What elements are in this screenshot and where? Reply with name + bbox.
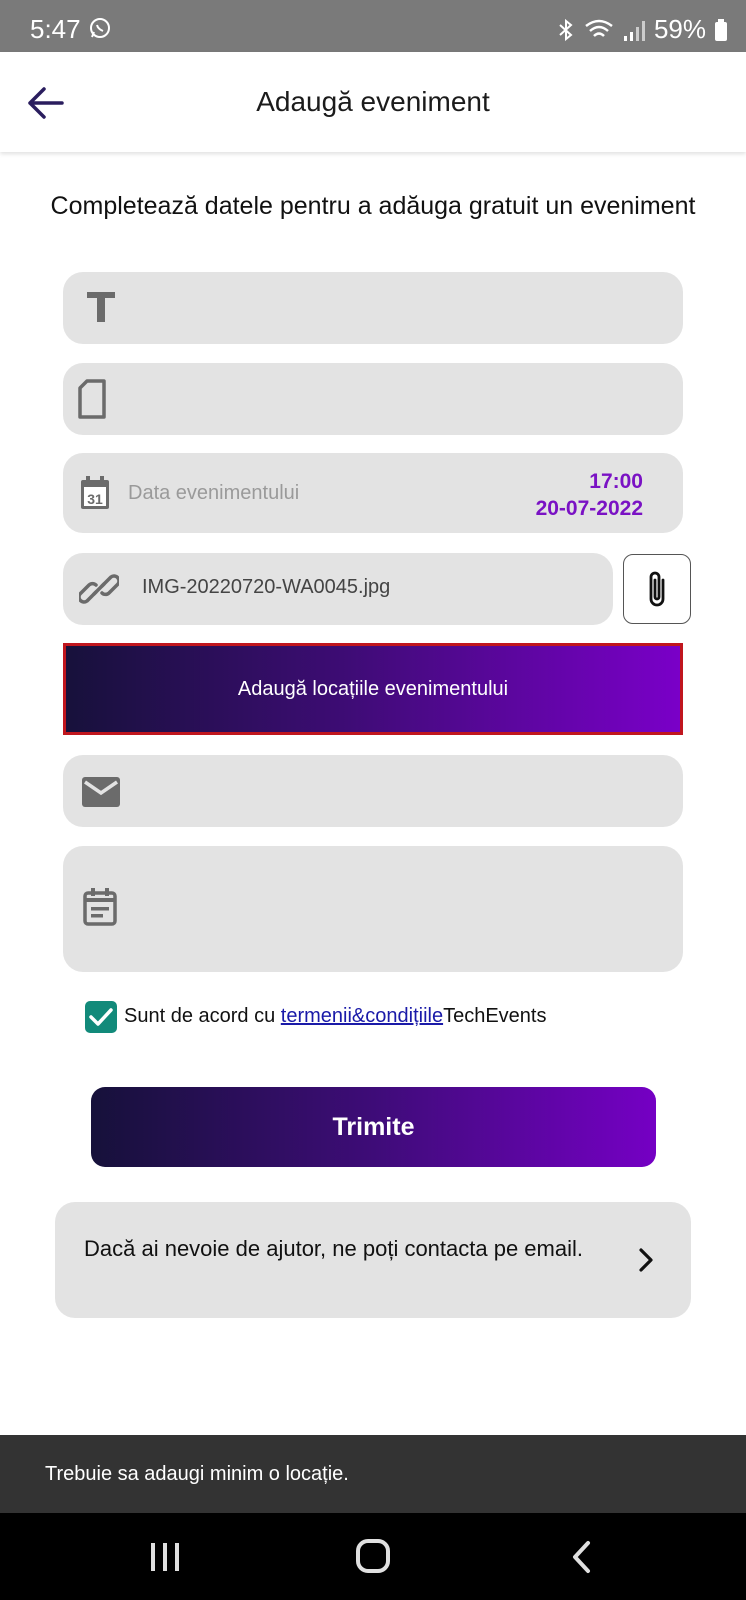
snackbar-message: Trebuie sa adaugi minim o locație.: [45, 1463, 349, 1485]
text-format-icon: [87, 292, 115, 322]
submit-label: Trimite: [332, 1112, 415, 1141]
page-title: Adaugă eveniment: [256, 86, 490, 117]
recent-apps-icon[interactable]: [148, 1541, 182, 1573]
submit-button[interactable]: Trimite: [91, 1087, 656, 1167]
signal-icon: [623, 20, 645, 41]
date-placeholder: Data evenimentului: [128, 482, 300, 504]
calendar-31-icon: 31: [81, 476, 109, 509]
event-description-field[interactable]: [63, 363, 683, 435]
back-nav-icon[interactable]: [570, 1540, 594, 1574]
form-subtitle: Completează datele pentru a adăuga gratu…: [50, 192, 696, 220]
status-bar: 5:47 59%: [0, 0, 746, 52]
terms-checkbox[interactable]: [85, 1001, 117, 1033]
battery-icon: [715, 18, 727, 41]
svg-text:31: 31: [87, 491, 103, 507]
checkmark-icon: [89, 1008, 113, 1026]
status-time: 5:47: [30, 14, 81, 44]
system-nav-bar: [0, 1513, 746, 1600]
terms-text: Sunt de acord cu termenii&condițiileTech…: [124, 1005, 546, 1028]
app-header: Adaugă eveniment: [0, 52, 746, 152]
help-text: Dacă ai nevoie de ajutor, ne poți contac…: [84, 1236, 583, 1261]
document-icon: [78, 379, 106, 419]
event-time-value: 17:00: [589, 470, 643, 493]
terms-suffix: TechEvents: [443, 1005, 547, 1027]
add-locations-label: Adaugă locațiile evenimentului: [237, 677, 509, 700]
terms-link[interactable]: termenii&condițiile: [281, 1005, 443, 1027]
home-icon[interactable]: [355, 1538, 391, 1574]
event-note-icon: [83, 888, 117, 926]
email-field[interactable]: [63, 755, 683, 827]
mail-icon: [82, 777, 120, 807]
add-locations-button[interactable]: Adaugă locațiile evenimentului: [63, 643, 683, 735]
snackbar: Trebuie sa adaugi minim o locație.: [0, 1435, 746, 1513]
attach-file-button[interactable]: [623, 554, 691, 624]
link-icon: [79, 574, 119, 604]
chevron-right-icon: [639, 1248, 653, 1272]
attachment-file-name: IMG-20220720-WA0045.jpg: [142, 576, 391, 598]
status-icons: 59%: [556, 14, 728, 45]
event-date-value: 20-07-2022: [535, 497, 643, 520]
terms-prefix: Sunt de acord cu: [124, 1005, 281, 1027]
event-details-field[interactable]: [63, 846, 683, 972]
help-card[interactable]: Dacă ai nevoie de ajutor, ne poți contac…: [55, 1202, 691, 1318]
bluetooth-icon: [559, 18, 573, 41]
event-title-field[interactable]: [63, 272, 683, 344]
whatsapp-icon: [90, 18, 110, 38]
battery-percent: 59%: [653, 14, 706, 44]
paperclip-icon: [649, 571, 665, 607]
wifi-icon: [585, 19, 613, 37]
